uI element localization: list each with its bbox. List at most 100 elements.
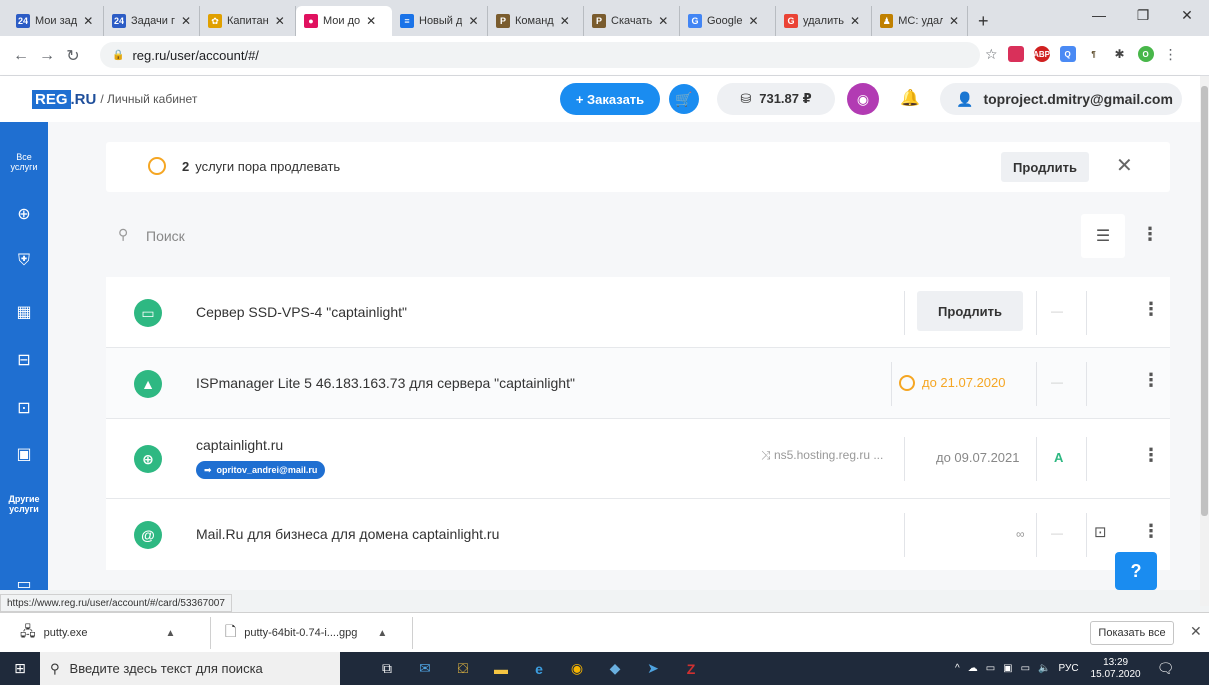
sidebar-item-other-services[interactable]: Другие услуги <box>0 494 48 514</box>
renew-button[interactable]: Продлить <box>917 291 1023 331</box>
cloud-icon[interactable]: ☁ <box>968 663 978 674</box>
table-row[interactable]: ⊕ captainlight.ru ➡ opritov_andrei@mail.r… <box>106 419 1170 499</box>
back-icon[interactable]: ← <box>8 47 34 65</box>
more-options-icon[interactable]: ⋮ <box>1142 370 1160 391</box>
tab-close-icon[interactable]: ✕ <box>83 14 93 28</box>
browser-tab[interactable]: ● Мои до ✕ <box>296 6 392 36</box>
browser-tab[interactable]: 24 Задачи г ✕ <box>104 6 200 36</box>
browser-tab[interactable]: ✿ Капитан ✕ <box>200 6 296 36</box>
tab-close-icon[interactable]: ✕ <box>949 14 959 28</box>
table-row[interactable]: @ Mail.Ru для бизнеса для домена captain… <box>106 499 1170 570</box>
chevron-up-icon[interactable]: ▲ <box>377 628 387 639</box>
new-tab-button[interactable]: + <box>968 6 999 36</box>
tab-close-icon[interactable]: ✕ <box>181 14 191 28</box>
tab-close-icon[interactable]: ✕ <box>560 14 570 28</box>
paragraph-icon[interactable]: ¶ <box>1085 46 1102 62</box>
restore-icon[interactable]: ❐ <box>1121 0 1165 30</box>
store-icon[interactable]: ⛋ <box>444 652 482 685</box>
balance-button[interactable]: ⛁ 731.87 ₽ <box>717 83 835 115</box>
close-icon[interactable]: ✕ <box>1116 153 1133 178</box>
volume-icon[interactable]: 🔈 <box>1038 663 1050 674</box>
shield-icon[interactable]: ⛨ <box>0 252 48 270</box>
sidebar-item-all-services[interactable]: Все услуги <box>0 152 48 172</box>
service-title[interactable]: Mail.Ru для бизнеса для домена captainli… <box>196 526 499 542</box>
filezilla-icon[interactable]: Z <box>672 652 710 685</box>
account-button[interactable]: 👤 toproject.dmitry@gmail.com <box>940 83 1182 115</box>
more-options-icon[interactable]: ⋮ <box>1142 521 1160 542</box>
service-title[interactable]: captainlight.ru <box>196 437 283 453</box>
adblock-icon[interactable]: ABP <box>1033 46 1050 62</box>
order-button[interactable]: + Заказать <box>560 83 660 115</box>
network-icon[interactable]: ▭ <box>986 663 995 674</box>
profile-icon[interactable]: O <box>1137 46 1154 62</box>
forward-icon[interactable]: → <box>34 47 60 65</box>
close-window-icon[interactable]: ✕ <box>1165 0 1209 30</box>
display-icon[interactable]: ▭ <box>1021 663 1030 674</box>
telegram-icon[interactable]: ➤ <box>634 652 672 685</box>
notifications-icon[interactable]: 🗨 <box>1157 660 1175 677</box>
folder-icon[interactable]: ▭ <box>0 574 48 594</box>
puzzle-icon[interactable]: ✱ <box>1111 46 1128 62</box>
browser-tab[interactable]: G Google ✕ <box>680 6 776 36</box>
bell-icon[interactable]: 🔔 <box>900 88 920 108</box>
tab-close-icon[interactable]: ✕ <box>658 14 668 28</box>
close-icon[interactable]: ✕ <box>1190 623 1202 640</box>
tab-close-icon[interactable]: ✕ <box>468 14 478 28</box>
scrollbar-thumb[interactable] <box>1201 86 1208 516</box>
tray-expand-icon[interactable]: ^ <box>955 663 960 674</box>
gamepad-icon[interactable]: ◉ <box>847 83 879 115</box>
windows-start-icon[interactable]: ⊞ <box>0 652 40 685</box>
help-button[interactable]: ? <box>1115 552 1157 590</box>
service-title[interactable]: ISPmanager Lite 5 46.183.163.73 для серв… <box>196 375 575 391</box>
service-title[interactable]: Сервер SSD-VPS-4 "captainlight" <box>196 304 407 320</box>
search-input[interactable] <box>146 222 1046 250</box>
globe-icon[interactable]: ⊕ <box>0 204 48 224</box>
explorer-icon[interactable]: ▬ <box>482 652 520 685</box>
tab-close-icon[interactable]: ✕ <box>748 14 758 28</box>
table-row[interactable]: ▭ Сервер SSD-VPS-4 "captainlight" Продли… <box>106 277 1170 348</box>
tab-close-icon[interactable]: ✕ <box>275 14 285 28</box>
server-icon[interactable]: ⊟ <box>0 350 48 370</box>
taskbar-clock[interactable]: 13:29 15.07.2020 <box>1091 657 1141 681</box>
chevron-up-icon[interactable]: ▲ <box>165 628 175 639</box>
tab-close-icon[interactable]: ✕ <box>366 14 376 28</box>
download-item[interactable]: 🖧 putty.exe ▲ <box>20 621 175 645</box>
browser-tab[interactable]: Gудалить ✕ <box>776 6 872 36</box>
minimize-icon[interactable]: — <box>1077 0 1121 30</box>
filter-icon[interactable]: ☰ <box>1081 214 1125 258</box>
browser-tab[interactable]: P Скачать ✕ <box>584 6 680 36</box>
notice-renew-button[interactable]: Продлить <box>1001 152 1089 182</box>
language-indicator[interactable]: РУС <box>1059 663 1079 674</box>
download-item[interactable]: 🗋 putty-64bit-0.74-i....gpg ▲ <box>225 621 387 645</box>
owner-badge[interactable]: ➡ opritov_andrei@mail.ru <box>196 461 326 479</box>
task-view-icon[interactable]: ⧉ <box>368 652 406 685</box>
table-row[interactable]: ▲ ISPmanager Lite 5 46.183.163.73 для се… <box>106 348 1170 419</box>
chrome-icon[interactable]: ◉ <box>558 652 596 685</box>
translate-icon[interactable]: Q <box>1059 46 1076 62</box>
website-icon[interactable]: ▦ <box>0 302 48 322</box>
star-icon[interactable]: ☆ <box>985 46 998 63</box>
menu-icon[interactable]: ⋮ <box>1164 46 1178 63</box>
show-all-button[interactable]: Показать все <box>1090 621 1174 645</box>
page-scrollbar[interactable] <box>1200 76 1209 606</box>
vps-icon[interactable]: ⊡ <box>0 398 48 418</box>
browser-tab[interactable]: ♟ MC: удал ✕ <box>872 6 968 36</box>
reload-icon[interactable]: ↻ <box>60 46 86 66</box>
url-input[interactable]: 🔒 reg.ru/user/account/#/ <box>100 42 980 68</box>
extension-icon[interactable] <box>1007 46 1024 62</box>
tab-close-icon[interactable]: ✕ <box>850 14 860 28</box>
cart-icon[interactable]: 🛒 <box>669 84 699 114</box>
browser-tab[interactable]: 24 Мои зад ✕ <box>8 6 104 36</box>
tray-app-icon[interactable]: ▣ <box>1003 663 1012 674</box>
mail-icon[interactable]: ✉ <box>406 652 444 685</box>
edge-icon[interactable]: e <box>520 652 558 685</box>
browser-tab[interactable]: ≡ Новый д ✕ <box>392 6 488 36</box>
server-icon[interactable]: ⊡ <box>1094 523 1107 541</box>
regru-logo[interactable]: REG .RU / Личный кабинет <box>32 89 197 109</box>
more-options-icon[interactable]: ⋮ <box>1141 224 1159 245</box>
virtualbox-icon[interactable]: ◆ <box>596 652 634 685</box>
more-options-icon[interactable]: ⋮ <box>1142 299 1160 320</box>
more-options-icon[interactable]: ⋮ <box>1142 445 1160 466</box>
taskbar-search[interactable]: ⚲ Введите здесь текст для поиска <box>40 652 340 685</box>
browser-tab[interactable]: P Команд ✕ <box>488 6 584 36</box>
